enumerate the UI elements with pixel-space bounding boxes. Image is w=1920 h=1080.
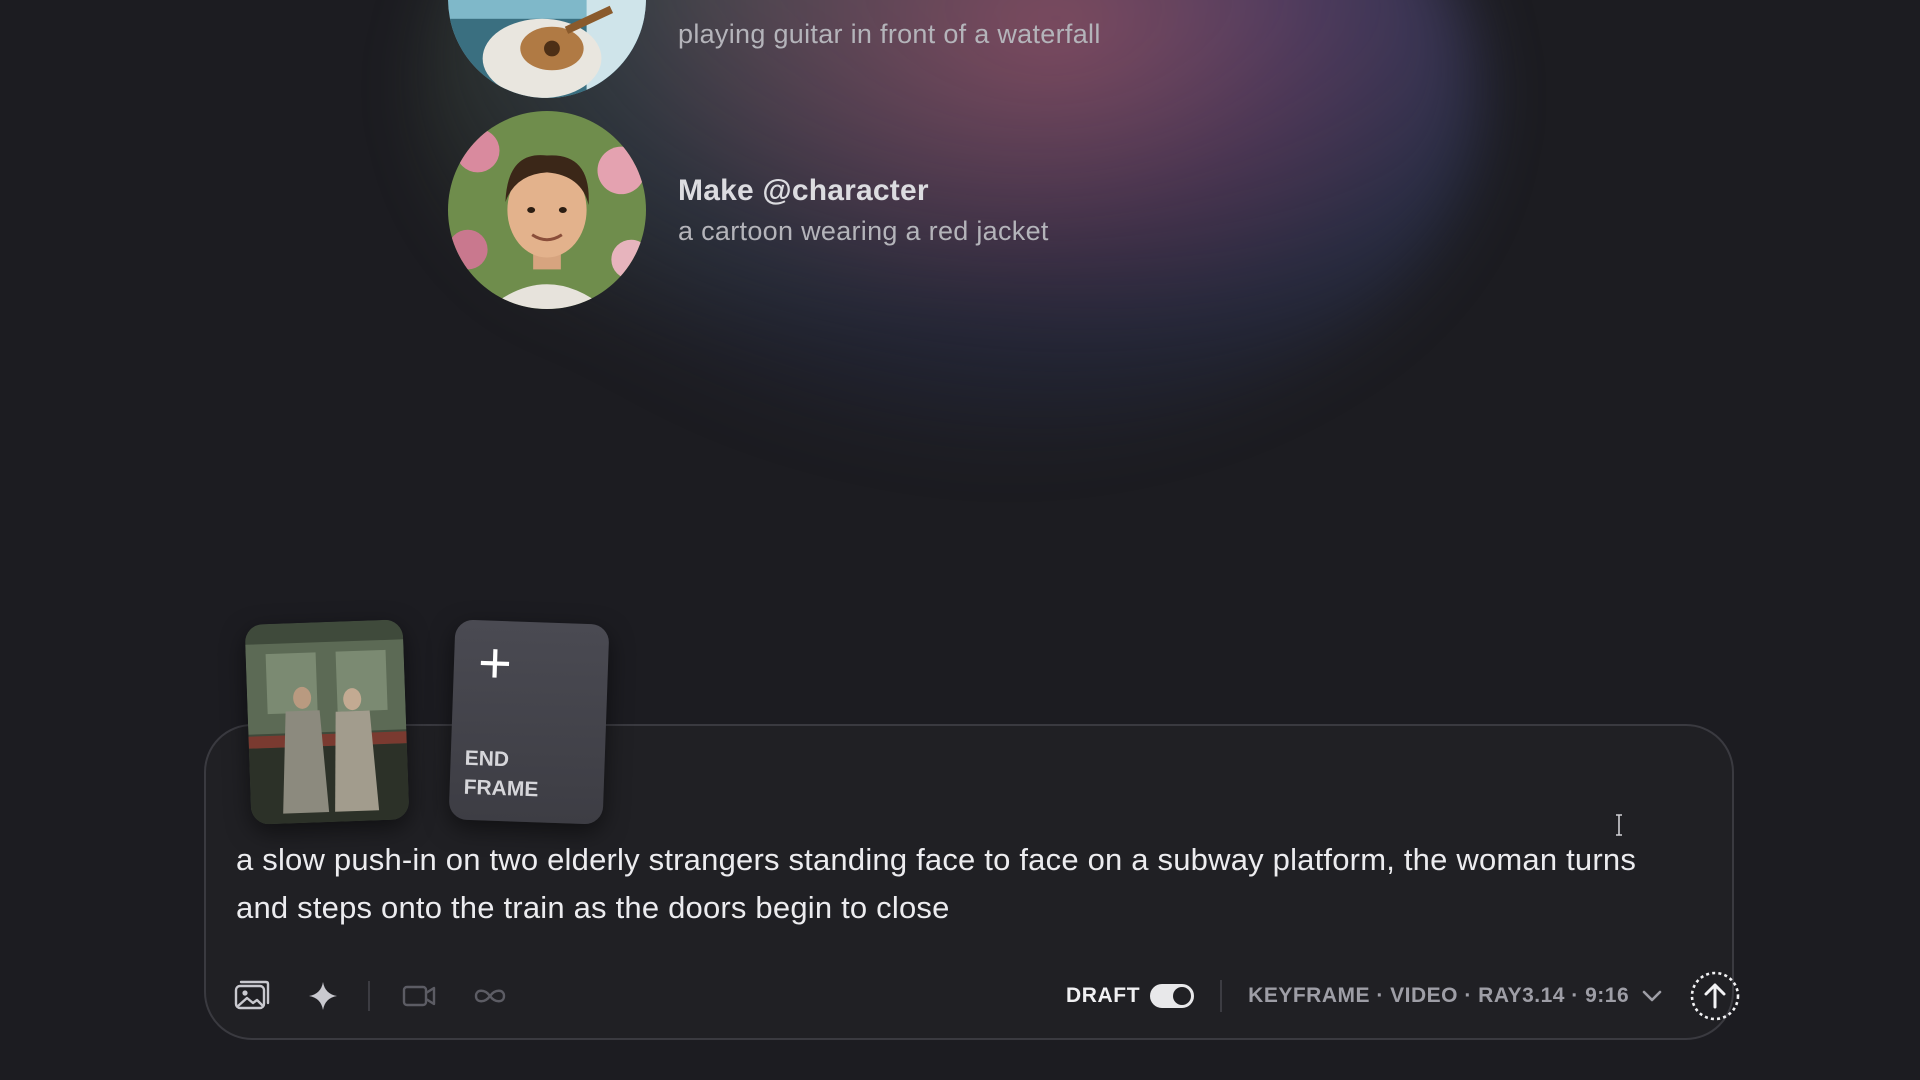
suggestion-subtitle: playing guitar in front of a waterfall [678, 18, 1101, 49]
start-frame-thumbnail[interactable] [244, 619, 410, 825]
plus-icon: + [476, 630, 514, 697]
draft-label: DRAFT [1066, 984, 1141, 1007]
suggestion-subtitle: a cartoon wearing a red jacket [678, 215, 1049, 246]
enhance-prompt-button[interactable] [301, 974, 345, 1018]
suggestion-item[interactable]: Make @character a cartoon wearing a red … [448, 111, 1049, 309]
suggestion-avatar-character [448, 111, 646, 309]
suggestion-avatar-guitar [448, 0, 646, 98]
toolbar-divider [1220, 980, 1223, 1012]
settings-summary: KEYFRAME · VIDEO · RAY3.14 · 9:16 [1248, 984, 1630, 1007]
suggestion-title: Make @character [678, 173, 929, 207]
loop-icon [474, 989, 506, 1003]
add-end-frame-button[interactable]: + END FRAME [448, 619, 610, 825]
image-reference-button[interactable] [230, 974, 274, 1018]
toolbar-divider [368, 981, 370, 1011]
video-mode-button[interactable] [397, 974, 441, 1018]
generation-settings-dropdown[interactable]: KEYFRAME · VIDEO · RAY3.14 · 9:16 [1248, 983, 1665, 1009]
suggestion-item[interactable]: playing guitar in front of a waterfall [448, 0, 1101, 98]
video-camera-icon [402, 985, 436, 1007]
text-cursor-icon [1616, 814, 1622, 836]
sparkle-icon [309, 982, 337, 1010]
arrow-up-icon [1704, 983, 1726, 1009]
end-frame-label: END FRAME [463, 746, 539, 802]
submit-button[interactable] [1689, 970, 1741, 1022]
chevron-down-icon [1642, 990, 1662, 1002]
draft-toggle[interactable] [1150, 984, 1195, 1008]
image-reference-icon [234, 980, 270, 1010]
prompt-input[interactable]: a slow push-in on two elderly strangers … [236, 836, 1676, 932]
app-canvas: playing guitar in front of a waterfall M… [0, 0, 1920, 1080]
toggle-knob [1173, 987, 1192, 1005]
loop-button[interactable] [468, 974, 512, 1018]
composer-toolbar-right: DRAFT KEYFRAME · VIDEO · RAY3.14 · 9:16 [1066, 970, 1741, 1022]
composer-toolbar-left [230, 974, 539, 1018]
